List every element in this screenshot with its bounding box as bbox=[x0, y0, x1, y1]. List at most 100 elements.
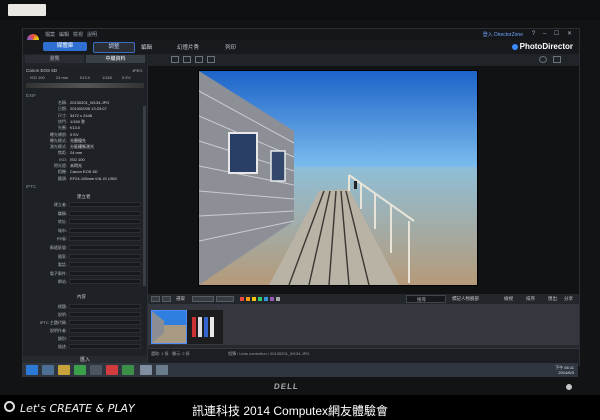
exif-row: 焦距: 24 mm bbox=[23, 150, 147, 156]
field-input[interactable] bbox=[69, 245, 141, 250]
view-single-button[interactable] bbox=[151, 296, 160, 302]
menu-view[interactable]: 檢視 bbox=[73, 31, 83, 38]
color-label-swatch[interactable] bbox=[240, 297, 244, 301]
store-taskbar-icon[interactable] bbox=[74, 365, 86, 375]
tag-faces-button[interactable]: 標記人物臉部 bbox=[452, 296, 479, 302]
field-input[interactable] bbox=[69, 210, 141, 216]
brand-dot-icon bbox=[511, 43, 518, 50]
thumbnail-selected[interactable] bbox=[151, 310, 187, 344]
single-view-icon[interactable] bbox=[183, 56, 191, 63]
content-group-title: 內容 bbox=[77, 294, 86, 299]
field-input[interactable] bbox=[69, 328, 141, 333]
ie-taskbar-icon[interactable] bbox=[42, 365, 54, 375]
tab-metadata[interactable]: 中繼資料 bbox=[86, 55, 145, 63]
tab-browse[interactable]: 瀏覽 bbox=[25, 55, 84, 63]
explorer-taskbar-icon[interactable] bbox=[58, 365, 70, 375]
fullscreen-icon[interactable] bbox=[207, 56, 215, 63]
stat-aperture: f/13.0 bbox=[80, 75, 91, 80]
share-label[interactable]: 分享 bbox=[564, 296, 573, 302]
exif-value: EF24-105mm f/4L IS USM bbox=[70, 175, 117, 181]
color-label-swatch[interactable] bbox=[276, 297, 280, 301]
field-input[interactable] bbox=[69, 344, 141, 349]
exif-section-header[interactable]: EXIF bbox=[26, 93, 36, 98]
search-input[interactable]: 搜尋 bbox=[406, 295, 446, 303]
directorzone-login-link[interactable]: 登入 DirectorZone bbox=[483, 31, 523, 38]
tab-edit[interactable]: 編輯 bbox=[141, 43, 152, 51]
file-path: 相簿 / Lens correction / 20130201_W134.JPG bbox=[228, 351, 310, 356]
field-label: 描述: bbox=[57, 344, 67, 349]
start-button-icon[interactable] bbox=[26, 365, 38, 375]
field-input[interactable] bbox=[69, 227, 141, 233]
taskbar-clock[interactable]: 下午 06:11 2014/6/3 bbox=[555, 365, 574, 375]
camera-name: Canon EOS 6D bbox=[26, 68, 58, 73]
caption-logo-icon bbox=[4, 401, 15, 412]
sort-label[interactable]: 排序 bbox=[526, 296, 535, 302]
color-label-swatch[interactable] bbox=[246, 297, 250, 301]
field-input[interactable] bbox=[69, 320, 141, 325]
field-input[interactable] bbox=[69, 236, 141, 242]
filmstrip bbox=[148, 304, 579, 349]
menu-file[interactable]: 檔案 bbox=[45, 31, 55, 38]
excel-taskbar-icon[interactable] bbox=[122, 365, 134, 375]
adjust-mode-button[interactable]: 調整 bbox=[93, 42, 135, 53]
field-input[interactable] bbox=[69, 270, 141, 276]
color-label-swatch[interactable] bbox=[270, 297, 274, 301]
zoom-tool-icon[interactable] bbox=[553, 56, 561, 63]
library-mode-button[interactable]: 媒體庫 bbox=[43, 42, 87, 51]
color-label-swatch[interactable] bbox=[258, 297, 262, 301]
color-label-swatch[interactable] bbox=[264, 297, 268, 301]
media-taskbar-icon[interactable] bbox=[106, 365, 118, 375]
field-input[interactable] bbox=[69, 253, 141, 259]
main-photo[interactable] bbox=[198, 70, 478, 286]
exif-key: ISO: bbox=[58, 156, 67, 162]
exif-row: 快門: 1/160 秒 bbox=[23, 119, 147, 125]
iptc-section-header[interactable]: IPTC bbox=[26, 184, 36, 189]
compare-view-icon[interactable] bbox=[195, 56, 203, 63]
caption-event-title: 訊連科技 2014 Computex網友體驗會 bbox=[192, 404, 389, 418]
app2-taskbar-icon[interactable] bbox=[156, 365, 168, 375]
creator-field-row: 建立者: bbox=[23, 202, 147, 208]
view-grid-button[interactable] bbox=[162, 296, 171, 302]
thumbnail-2[interactable] bbox=[187, 310, 223, 344]
photo-viewer bbox=[148, 66, 579, 294]
content-field-row: 描述: bbox=[23, 344, 147, 350]
tab-slideshow[interactable]: 幻燈片秀 bbox=[177, 43, 199, 51]
rating-dropdown[interactable] bbox=[192, 296, 214, 302]
thumbnail-lens-image bbox=[188, 311, 222, 343]
exif-value: 2013/02/05 13:23:07 bbox=[70, 106, 107, 112]
window-controls[interactable]: ? – ☐ ✕ bbox=[532, 30, 575, 37]
creator-field-row: 電子郵件: bbox=[23, 270, 147, 277]
field-input[interactable] bbox=[69, 202, 141, 207]
field-input[interactable] bbox=[69, 262, 141, 268]
creator-field-row: 地址: bbox=[23, 219, 147, 225]
exif-value: 分區權衡測光 bbox=[70, 144, 94, 150]
export-label[interactable]: 匯出 bbox=[548, 296, 557, 302]
field-label: IPTC 主題代碼: bbox=[39, 320, 67, 325]
menu-help[interactable]: 說明 bbox=[87, 31, 97, 38]
app-taskbar-icon[interactable] bbox=[90, 365, 102, 375]
selection-status: 選取: 1 張 · 顯示: 2 張 bbox=[151, 351, 190, 356]
color-label-swatch[interactable] bbox=[252, 297, 256, 301]
creator-group-title: 建立者 bbox=[77, 194, 91, 199]
field-input[interactable] bbox=[69, 336, 141, 341]
metadata-panel: Canon EOS 6D ISO 100 24 mm f/13.0 1/160 … bbox=[23, 66, 148, 365]
field-input[interactable] bbox=[69, 219, 141, 225]
field-input[interactable] bbox=[69, 279, 141, 285]
menu-edit[interactable]: 編輯 bbox=[59, 31, 69, 38]
stat-focal: 24 mm bbox=[56, 75, 69, 80]
histogram bbox=[26, 83, 144, 88]
select-label[interactable]: 選取 bbox=[176, 296, 185, 302]
caption-slogan: Let's CREATE & PLAY bbox=[20, 402, 135, 415]
filmstrip-scrollbar[interactable] bbox=[148, 345, 579, 348]
search-tool-icon[interactable] bbox=[539, 56, 547, 63]
photodirector-taskbar-icon[interactable] bbox=[140, 365, 152, 375]
pier-photo-image bbox=[199, 71, 477, 285]
grid-view-icon[interactable] bbox=[171, 56, 179, 63]
view-label[interactable]: 檢視 bbox=[504, 296, 513, 302]
field-label: 郵遞區號: bbox=[49, 245, 67, 250]
flag-dropdown[interactable] bbox=[216, 296, 234, 302]
tab-print[interactable]: 列印 bbox=[225, 43, 236, 51]
field-input[interactable] bbox=[69, 304, 141, 309]
field-input[interactable] bbox=[69, 312, 141, 317]
content-field-row: 說明: bbox=[23, 312, 147, 318]
